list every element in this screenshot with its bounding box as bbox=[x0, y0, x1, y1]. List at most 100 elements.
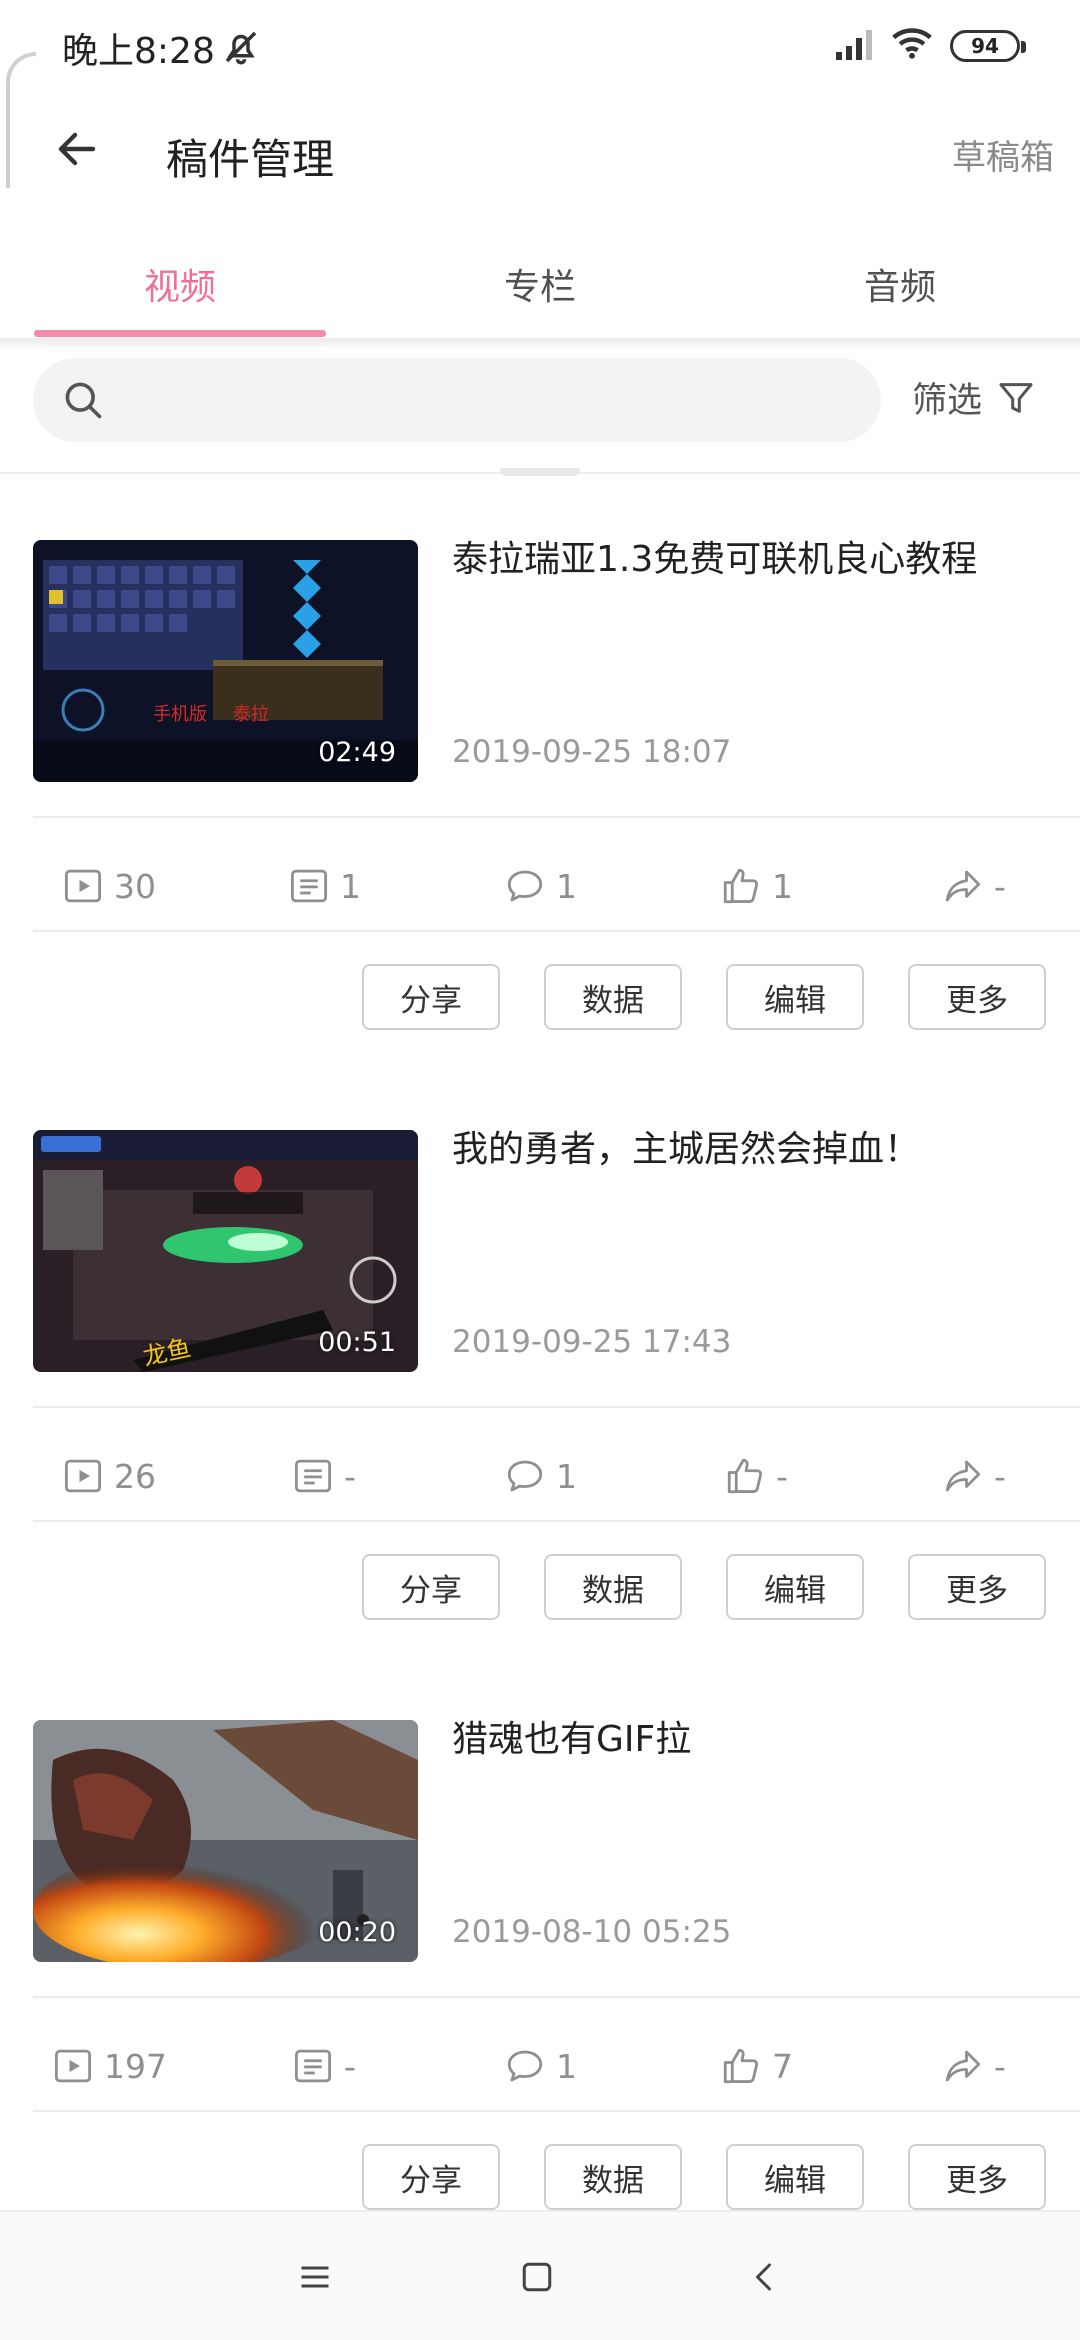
video-thumbnail[interactable]: 00:20 bbox=[33, 1720, 418, 1962]
stat-comments: 1 bbox=[504, 1448, 577, 1504]
tab-audio[interactable]: 音频 bbox=[750, 258, 1050, 310]
like-icon bbox=[723, 868, 759, 904]
stat-comments: 1 bbox=[504, 858, 577, 914]
stat-plays: 197 bbox=[52, 2038, 167, 2094]
system-nav-bar bbox=[0, 2210, 1080, 2340]
video-card[interactable]: 手机版 泰拉 02:49 泰拉瑞亚1.3免费可联机良心教程 2019-09-25… bbox=[0, 476, 1080, 1066]
video-card[interactable]: 龙鱼 00:51 我的勇者，主城居然会掉血！ 2019-09-25 17:43 … bbox=[0, 1066, 1080, 1656]
stat-shares: - bbox=[942, 2038, 1006, 2094]
video-thumbnail[interactable]: 龙鱼 00:51 bbox=[33, 1130, 418, 1372]
comment-icon bbox=[507, 1460, 543, 1492]
title-bar: 稿件管理 草稿箱 bbox=[0, 96, 1080, 208]
share-button[interactable]: 分享 bbox=[362, 2144, 500, 2210]
video-title[interactable]: 我的勇者，主城居然会掉血！ bbox=[452, 1126, 1052, 1174]
status-time: 晚上8:28 bbox=[62, 31, 215, 72]
comments-count: 1 bbox=[556, 2046, 577, 2086]
edit-button[interactable]: 编辑 bbox=[726, 964, 864, 1030]
stats-row: 197 - 1 7 - bbox=[0, 2008, 1080, 2124]
plays-count: 197 bbox=[104, 2046, 167, 2086]
stat-shares: - bbox=[942, 858, 1006, 914]
like-icon bbox=[727, 1458, 763, 1494]
stat-likes: 1 bbox=[720, 858, 793, 914]
play-icon bbox=[64, 1459, 102, 1493]
wifi-icon bbox=[892, 28, 932, 59]
danmaku-count: 1 bbox=[340, 866, 361, 906]
stats-row: 30 1 1 1 - bbox=[0, 828, 1080, 944]
video-thumbnail[interactable]: 手机版 泰拉 02:49 bbox=[33, 540, 418, 782]
danmaku-count: - bbox=[344, 2046, 356, 2086]
more-button[interactable]: 更多 bbox=[908, 964, 1046, 1030]
tab-indicator bbox=[34, 330, 326, 337]
divider bbox=[33, 1406, 1080, 1408]
danmaku-count: - bbox=[344, 1456, 356, 1496]
share-button[interactable]: 分享 bbox=[362, 1554, 500, 1620]
home-icon bbox=[522, 2262, 552, 2292]
comments-count: 1 bbox=[556, 1456, 577, 1496]
back-nav-icon bbox=[756, 2263, 771, 2291]
video-duration: 00:51 bbox=[318, 1327, 396, 1358]
stat-danmaku: - bbox=[292, 2038, 356, 2094]
more-button[interactable]: 更多 bbox=[908, 1554, 1046, 1620]
home-nav-button[interactable] bbox=[512, 2252, 562, 2302]
more-button[interactable]: 更多 bbox=[908, 2144, 1046, 2210]
tabs-shadow bbox=[0, 340, 1080, 350]
tab-bar: 视频 专栏 音频 bbox=[0, 236, 1080, 340]
play-icon bbox=[54, 2049, 92, 2083]
edit-button[interactable]: 编辑 bbox=[726, 2144, 864, 2210]
filter-button[interactable]: 筛选 bbox=[912, 372, 1036, 423]
share-icon bbox=[945, 2050, 981, 2082]
back-nav-button[interactable] bbox=[740, 2252, 790, 2302]
stat-plays: 26 bbox=[62, 1448, 156, 1504]
edit-button[interactable]: 编辑 bbox=[726, 1554, 864, 1620]
back-arrow-icon bbox=[58, 132, 96, 166]
comment-icon bbox=[507, 2050, 543, 2082]
divider bbox=[33, 1996, 1080, 1998]
share-icon bbox=[945, 870, 981, 902]
page-title: 稿件管理 bbox=[166, 135, 335, 184]
divider bbox=[33, 816, 1080, 818]
search-row: 筛选 bbox=[0, 350, 1080, 474]
stats-row: 26 - 1 - - bbox=[0, 1418, 1080, 1534]
divider bbox=[33, 2110, 1080, 2112]
data-button[interactable]: 数据 bbox=[544, 964, 682, 1030]
data-button[interactable]: 数据 bbox=[544, 2144, 682, 2210]
play-icon bbox=[64, 869, 102, 903]
video-card[interactable]: 00:20 猎魂也有GIF拉 2019-08-10 05:25 197 - 1 … bbox=[0, 1656, 1080, 2246]
tab-column[interactable]: 专栏 bbox=[390, 258, 690, 310]
stat-plays: 30 bbox=[62, 858, 156, 914]
share-button[interactable]: 分享 bbox=[362, 964, 500, 1030]
data-button[interactable]: 数据 bbox=[544, 1554, 682, 1620]
share-icon bbox=[945, 1460, 981, 1492]
divider bbox=[33, 930, 1080, 932]
plays-count: 26 bbox=[114, 1456, 156, 1496]
video-title[interactable]: 猎魂也有GIF拉 bbox=[452, 1716, 1052, 1764]
status-bar: 晚上8:28 94 bbox=[0, 0, 1080, 96]
tab-video[interactable]: 视频 bbox=[30, 258, 330, 310]
plays-count: 30 bbox=[114, 866, 156, 906]
video-date: 2019-09-25 17:43 bbox=[452, 1324, 732, 1360]
likes-count: 7 bbox=[772, 2046, 793, 2086]
search-box[interactable] bbox=[33, 358, 881, 442]
menu-icon bbox=[301, 2266, 329, 2288]
back-button[interactable] bbox=[44, 116, 110, 182]
shares-count: - bbox=[994, 866, 1006, 906]
likes-count: 1 bbox=[772, 866, 793, 906]
shares-count: - bbox=[994, 2046, 1006, 2086]
video-title[interactable]: 泰拉瑞亚1.3免费可联机良心教程 bbox=[452, 536, 1052, 584]
shares-count: - bbox=[994, 1456, 1006, 1496]
stat-comments: 1 bbox=[504, 2038, 577, 2094]
search-icon bbox=[65, 382, 102, 419]
bell-muted-icon bbox=[225, 31, 257, 65]
like-icon bbox=[723, 2048, 759, 2084]
likes-count: - bbox=[776, 1456, 788, 1496]
comment-icon bbox=[507, 870, 543, 902]
video-duration: 02:49 bbox=[318, 737, 396, 768]
stat-likes: - bbox=[724, 1448, 788, 1504]
video-date: 2019-09-25 18:07 bbox=[452, 734, 732, 770]
comments-count: 1 bbox=[556, 866, 577, 906]
filter-icon bbox=[999, 382, 1033, 413]
menu-nav-button[interactable] bbox=[290, 2252, 340, 2302]
video-date: 2019-08-10 05:25 bbox=[452, 1914, 732, 1950]
drafts-button[interactable]: 草稿箱 bbox=[952, 130, 1054, 179]
search-input[interactable] bbox=[123, 358, 863, 442]
